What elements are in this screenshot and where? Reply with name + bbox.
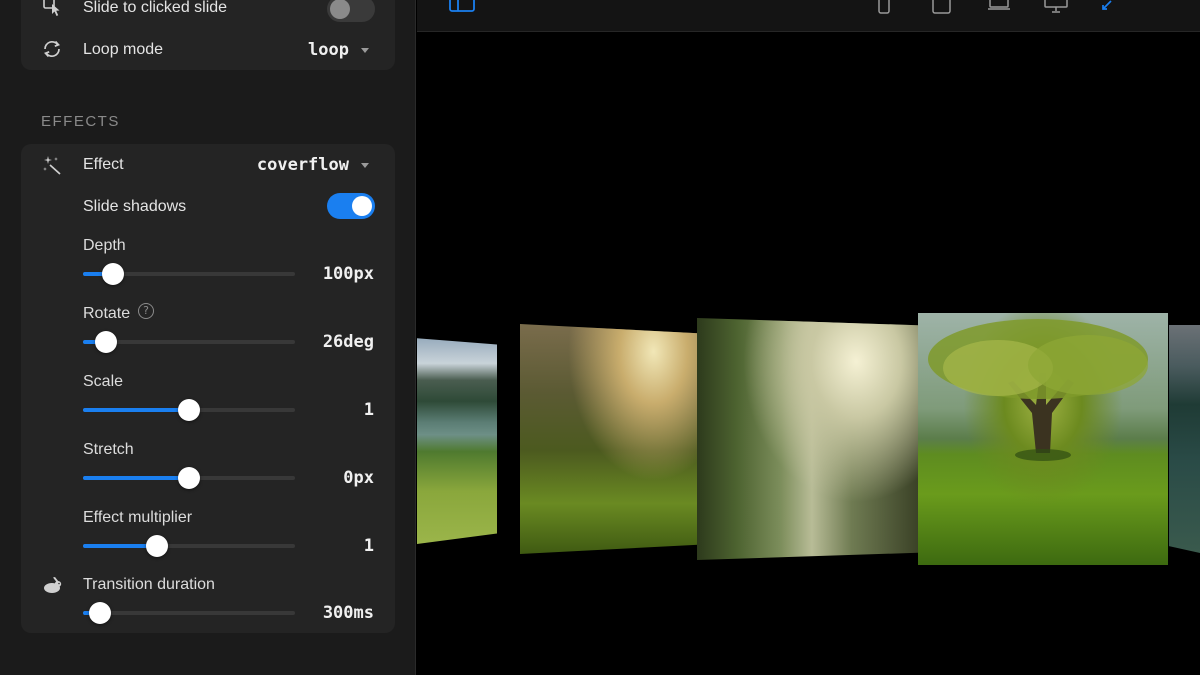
scale-slider[interactable] bbox=[83, 399, 295, 421]
slider-thumb[interactable] bbox=[88, 602, 111, 624]
transition-duration-slider[interactable] bbox=[83, 602, 295, 624]
rabbit-icon bbox=[41, 574, 63, 596]
slide-grass-closeup[interactable] bbox=[520, 324, 698, 554]
slide-forest-sunrays[interactable] bbox=[697, 318, 918, 560]
loop-mode-select[interactable]: loop bbox=[308, 40, 349, 60]
fullscreen-icon[interactable] bbox=[1101, 0, 1123, 16]
stretch-value: 0px bbox=[343, 468, 374, 488]
effects-section-title: EFFECTS bbox=[41, 113, 120, 130]
slider-thumb[interactable] bbox=[178, 467, 200, 489]
settings-sidebar: Slide to clicked slide Loop mode loop EF… bbox=[0, 0, 416, 675]
chevron-down-icon[interactable] bbox=[361, 48, 369, 53]
toggle-knob bbox=[352, 196, 372, 216]
effect-multiplier-value: 1 bbox=[363, 536, 374, 556]
slide-mountain-lake[interactable] bbox=[417, 338, 497, 544]
depth-value: 100px bbox=[322, 264, 374, 284]
magic-wand-icon bbox=[41, 154, 63, 176]
slider-fill bbox=[83, 408, 189, 412]
effect-multiplier-label: Effect multiplier bbox=[83, 509, 193, 526]
preview-toolbar bbox=[417, 0, 1200, 32]
slider-thumb[interactable] bbox=[101, 263, 124, 285]
slide-forest-edge[interactable] bbox=[1169, 325, 1200, 553]
slider-thumb[interactable] bbox=[146, 535, 169, 557]
help-icon[interactable]: ? bbox=[138, 303, 154, 319]
depth-label: Depth bbox=[83, 237, 126, 254]
slider-thumb[interactable] bbox=[178, 399, 200, 421]
desktop-icon[interactable] bbox=[1044, 0, 1068, 16]
slider-preview bbox=[417, 0, 1200, 675]
slider-thumb[interactable] bbox=[95, 331, 118, 353]
tablet-icon[interactable] bbox=[932, 0, 954, 16]
tree-illustration bbox=[928, 319, 1148, 461]
navigation-settings-card: Slide to clicked slide Loop mode loop bbox=[21, 0, 395, 70]
slide-shadows-label: Slide shadows bbox=[83, 198, 187, 215]
rotate-value: 26deg bbox=[322, 332, 374, 352]
transition-duration-label: Transition duration bbox=[83, 576, 215, 593]
layout-toggle-icon[interactable] bbox=[449, 0, 475, 16]
phone-icon[interactable] bbox=[877, 0, 899, 16]
depth-slider[interactable] bbox=[83, 263, 295, 285]
effect-label: Effect bbox=[83, 156, 124, 173]
slide-to-clicked-label: Slide to clicked slide bbox=[83, 0, 228, 16]
transition-duration-value: 300ms bbox=[322, 603, 374, 623]
chevron-down-icon[interactable] bbox=[361, 163, 369, 168]
rotate-label: Rotate bbox=[83, 305, 131, 322]
slide-to-clicked-toggle[interactable] bbox=[327, 0, 375, 22]
slide-shadows-toggle[interactable] bbox=[327, 193, 375, 219]
laptop-icon[interactable] bbox=[987, 0, 1010, 16]
scale-label: Scale bbox=[83, 373, 124, 390]
effects-settings-card: coverflow Effect coverflow Slide shadows… bbox=[21, 144, 395, 633]
stretch-slider[interactable] bbox=[83, 467, 295, 489]
stretch-label: Stretch bbox=[83, 441, 134, 458]
slider-fill bbox=[83, 476, 189, 480]
loop-mode-label: Loop mode bbox=[83, 41, 164, 58]
toggle-knob bbox=[330, 0, 350, 19]
scale-value: 1 bbox=[363, 400, 374, 420]
effect-select[interactable]: coverflow bbox=[257, 155, 349, 175]
loop-icon bbox=[41, 38, 63, 60]
rotate-slider[interactable] bbox=[83, 331, 295, 353]
effect-multiplier-slider[interactable] bbox=[83, 535, 295, 557]
slide-oak-tree[interactable] bbox=[918, 313, 1168, 565]
tap-cursor-icon bbox=[41, 0, 63, 18]
